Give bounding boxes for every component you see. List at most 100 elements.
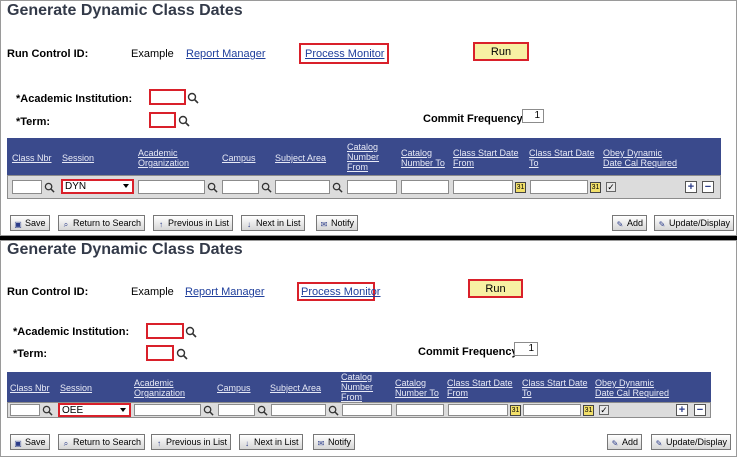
bottom-panel: Generate Dynamic Class Dates Run Control…: [0, 240, 737, 457]
institution-label: *Academic Institution:: [16, 93, 133, 105]
catalog-from-input[interactable]: [342, 404, 392, 416]
start-date-to-input[interactable]: [530, 180, 588, 194]
subject-area-input[interactable]: [275, 180, 330, 194]
chevron-down-icon: [123, 184, 129, 188]
col-class-start-date-from[interactable]: Class Start Date From: [447, 378, 517, 398]
grid-header: Class Nbr Session Academic Organization …: [7, 138, 721, 175]
return-to-search-button[interactable]: ⌕ Return to Search: [58, 434, 146, 450]
col-academic-organization[interactable]: Academic Organization: [138, 148, 198, 168]
subject-area-input[interactable]: [271, 404, 326, 416]
col-obey-dynamic-date[interactable]: Obey Dynamic Date Cal Required: [595, 378, 675, 398]
add-button[interactable]: ✎ Add: [612, 215, 648, 231]
col-catalog-number-from[interactable]: Catalog Number From: [341, 372, 383, 402]
academic-org-input[interactable]: [138, 180, 205, 194]
catalog-to-input[interactable]: [396, 404, 444, 416]
notify-button[interactable]: ✉ Notify: [316, 215, 359, 231]
run-control-label: Run Control ID:: [7, 48, 89, 60]
col-class-start-date-to[interactable]: Class Start Date To: [522, 378, 592, 398]
report-manager-link[interactable]: Report Manager: [186, 48, 266, 60]
calendar-icon[interactable]: 31: [510, 405, 521, 416]
previous-in-list-button[interactable]: ↑ Previous in List: [151, 434, 232, 450]
calendar-icon[interactable]: 31: [515, 182, 526, 193]
obey-dynamic-checkbox[interactable]: ✓: [606, 182, 616, 192]
institution-lookup-icon[interactable]: [187, 92, 199, 104]
return-to-search-button[interactable]: ⌕ Return to Search: [58, 215, 146, 231]
col-obey-dynamic-date[interactable]: Obey Dynamic Date Cal Required: [603, 148, 683, 168]
catalog-from-input[interactable]: [347, 180, 397, 194]
chevron-down-icon: [120, 408, 126, 412]
next-in-list-button[interactable]: ↓ Next in List: [239, 434, 303, 450]
arrow-up-icon: ↑: [159, 220, 163, 229]
class-nbr-lookup-icon[interactable]: [42, 405, 53, 416]
delete-row-icon[interactable]: −: [702, 181, 714, 193]
subject-area-lookup-icon[interactable]: [328, 405, 339, 416]
campus-input[interactable]: [218, 404, 255, 416]
report-manager-link[interactable]: Report Manager: [185, 286, 265, 298]
campus-lookup-icon[interactable]: [257, 405, 268, 416]
campus-lookup-icon[interactable]: [261, 182, 272, 193]
commit-frequency-input[interactable]: 1: [514, 342, 538, 356]
start-date-from-input[interactable]: [453, 180, 513, 194]
col-subject-area[interactable]: Subject Area: [275, 153, 326, 163]
term-lookup-icon[interactable]: [178, 115, 190, 127]
start-date-from-input[interactable]: [448, 404, 508, 416]
class-nbr-lookup-icon[interactable]: [44, 182, 55, 193]
calendar-icon[interactable]: 31: [583, 405, 594, 416]
process-monitor-link[interactable]: Process Monitor: [301, 286, 380, 298]
obey-dynamic-checkbox[interactable]: ✓: [599, 405, 609, 415]
subject-area-lookup-icon[interactable]: [332, 182, 343, 193]
save-button[interactable]: ▣ Save: [10, 215, 50, 231]
col-session[interactable]: Session: [60, 383, 92, 393]
col-subject-area[interactable]: Subject Area: [270, 383, 321, 393]
start-date-to-input[interactable]: [523, 404, 581, 416]
term-input[interactable]: [149, 112, 176, 128]
term-lookup-icon[interactable]: [176, 348, 188, 360]
grid-row: OEE 31 31 ✓ + −: [7, 402, 711, 418]
add-row-icon[interactable]: +: [676, 404, 688, 416]
col-class-start-date-to[interactable]: Class Start Date To: [529, 148, 599, 168]
grid-header: Class Nbr Session Academic Organization …: [7, 372, 711, 402]
class-nbr-input[interactable]: [10, 404, 40, 416]
term-label: *Term:: [13, 348, 48, 360]
update-display-button[interactable]: ✎ Update/Display: [651, 434, 732, 450]
institution-input[interactable]: [146, 323, 184, 339]
col-class-nbr[interactable]: Class Nbr: [12, 153, 52, 163]
col-academic-organization[interactable]: Academic Organization: [134, 378, 194, 398]
next-in-list-button[interactable]: ↓ Next in List: [241, 215, 305, 231]
catalog-to-input[interactable]: [401, 180, 449, 194]
delete-row-icon[interactable]: −: [694, 404, 706, 416]
add-row-icon[interactable]: +: [685, 181, 697, 193]
save-icon: ▣: [14, 439, 22, 448]
notify-button[interactable]: ✉ Notify: [313, 434, 356, 450]
class-nbr-input[interactable]: [12, 180, 42, 194]
add-button[interactable]: ✎ Add: [607, 434, 643, 450]
col-session[interactable]: Session: [62, 153, 94, 163]
update-icon: ✎: [658, 220, 666, 229]
arrow-down-icon: ↓: [247, 220, 251, 229]
col-catalog-number-to[interactable]: Catalog Number To: [401, 148, 447, 168]
institution-lookup-icon[interactable]: [185, 326, 197, 338]
col-campus[interactable]: Campus: [217, 383, 251, 393]
academic-org-input[interactable]: [134, 404, 201, 416]
session-select[interactable]: OEE: [58, 403, 131, 417]
update-display-button[interactable]: ✎ Update/Display: [654, 215, 735, 231]
calendar-icon[interactable]: 31: [590, 182, 601, 193]
term-input[interactable]: [146, 345, 174, 361]
col-catalog-number-to[interactable]: Catalog Number To: [395, 378, 443, 398]
commit-frequency-input[interactable]: 1: [522, 109, 544, 123]
process-monitor-link[interactable]: Process Monitor: [305, 48, 384, 60]
run-control-value: Example: [131, 286, 174, 298]
save-button[interactable]: ▣ Save: [10, 434, 50, 450]
col-class-nbr[interactable]: Class Nbr: [10, 383, 50, 393]
campus-input[interactable]: [222, 180, 259, 194]
previous-in-list-button[interactable]: ↑ Previous in List: [153, 215, 234, 231]
academic-org-lookup-icon[interactable]: [207, 182, 218, 193]
col-campus[interactable]: Campus: [222, 153, 256, 163]
session-select[interactable]: DYN: [61, 179, 134, 194]
academic-org-lookup-icon[interactable]: [203, 405, 214, 416]
run-button[interactable]: Run: [473, 42, 529, 61]
col-catalog-number-from[interactable]: Catalog Number From: [347, 142, 389, 172]
institution-input[interactable]: [149, 89, 186, 105]
run-button[interactable]: Run: [468, 279, 523, 298]
col-class-start-date-from[interactable]: Class Start Date From: [453, 148, 523, 168]
